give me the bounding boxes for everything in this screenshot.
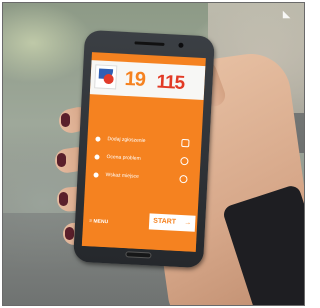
fingernail <box>57 153 66 167</box>
speaker-grille <box>134 41 165 46</box>
hand-icon <box>180 156 189 166</box>
photo-frame: ◣ 19 115 Dodaj zgłoszenie Ocena problem … <box>2 2 305 306</box>
home-button[interactable] <box>125 251 152 259</box>
app-header: 19 115 <box>89 60 206 101</box>
option-label: Dodaj zgłoszenie <box>107 136 146 145</box>
front-camera-icon <box>178 42 184 48</box>
menu-button[interactable]: ≡ MENU <box>89 214 126 230</box>
app-footer <box>81 233 197 252</box>
fingernail <box>65 227 74 240</box>
bullet-icon <box>94 154 100 160</box>
option-add-report[interactable]: Dodaj zgłoszenie <box>93 132 196 151</box>
fingernail <box>59 192 68 206</box>
option-label: Wskaż miejsce <box>105 172 140 180</box>
app-screen: 19 115 Dodaj zgłoszenie Ocena problem Ws… <box>81 52 206 252</box>
app-logo-icon <box>94 64 118 90</box>
start-label: START <box>153 217 177 226</box>
bullet-icon <box>93 172 99 178</box>
location-icon <box>179 174 188 184</box>
arrow-right-icon: → <box>184 219 192 227</box>
start-button[interactable]: START → <box>148 213 196 232</box>
option-label: Ocena problem <box>106 154 141 162</box>
brand-number-115: 115 <box>155 71 185 94</box>
fingernail <box>61 113 70 127</box>
brand-number-19: 19 <box>124 67 146 91</box>
smartphone: 19 115 Dodaj zgłoszenie Ocena problem Ws… <box>73 29 215 269</box>
option-point-location[interactable]: Wskaż miejsce <box>91 168 194 187</box>
option-rate-problem[interactable]: Ocena problem <box>92 150 195 169</box>
camera-icon <box>181 138 190 148</box>
bullet-icon <box>95 136 101 142</box>
corner-logo-icon: ◣ <box>283 9 290 19</box>
